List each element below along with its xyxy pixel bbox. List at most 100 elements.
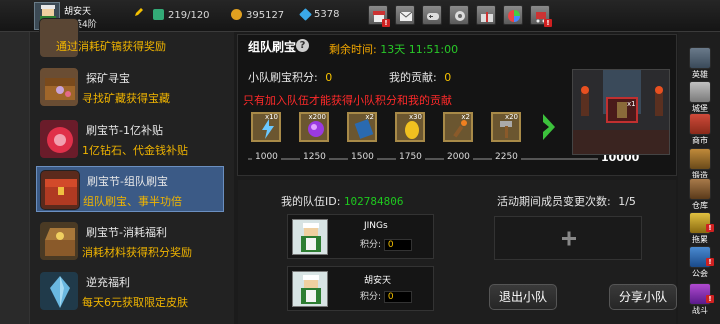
member-score: 积分: 0 [360,289,412,303]
sidebar-item-battle[interactable]: ! 战斗 [686,283,714,317]
member-name: JINGs [364,221,388,231]
open-chest-icon [39,221,79,261]
my-contrib-label: 我的贡献: [389,71,437,84]
gamepad-icon [427,13,439,20]
member-score-value: 0 [383,291,412,303]
top-bar: 胡安天 精英4阶 219/120 395127 5378 ! ! [0,0,720,32]
panel-title: 组队刷宝 [248,40,297,54]
event-subtitle: 1亿钻石、代金钱补贴 [82,144,188,157]
team-score-value: 0 [325,71,333,84]
threshold-tick: 1500 [348,152,377,162]
threshold-tick: 2250 [492,152,521,162]
reward-preview[interactable]: x1 [572,69,670,155]
sidebar-label: 商市 [692,136,708,145]
diamond-value: 5378 [314,9,340,20]
mail-button[interactable] [395,5,415,25]
sidebar-label: 公会 [692,269,708,278]
settings-button[interactable] [449,5,469,25]
member-score: 积分: 0 [360,237,412,251]
event-title: 刷宝节-1亿补贴 [86,124,163,137]
sidebar-label: 英雄 [692,70,708,79]
team-member-card[interactable]: 胡安天 积分: 0 [287,266,434,311]
purple-gem-icon [308,121,324,137]
team-score-label: 小队刷宝积分: [248,71,318,84]
reward-item-torch[interactable]: x2 [443,112,473,142]
torch-icon [453,120,467,138]
threshold-tick: 1750 [396,152,425,162]
crystal-icon [39,271,79,311]
event-item-consume-welfare[interactable]: 刷宝节-消耗福利 消耗材料获得积分奖励 [36,218,224,264]
member-avatar [292,219,328,255]
sidebar-item-castle[interactable]: 城堡 [686,81,714,115]
member-score-label: 积分: [360,292,382,302]
reward-item-hammer[interactable]: x20 [491,112,521,142]
leave-team-button[interactable]: 退出小队 [489,284,557,310]
reward-item-lightning[interactable]: x10 [251,112,281,142]
edit-icon[interactable] [134,7,144,17]
settings-icon [455,11,465,21]
left-strip [0,32,30,324]
gamepad-button[interactable] [422,5,442,25]
diamond-resource: 5378 [299,8,340,21]
reward-item-scroll[interactable]: x2 [347,112,377,142]
threshold-tick: 1000 [252,152,281,162]
sidebar-item-warehouse[interactable]: 仓库 [686,178,714,212]
plus-icon [562,231,576,246]
red-flower-icon [39,119,79,159]
member-score-label: 积分: [360,240,382,250]
event-item-recharge[interactable]: 逆充福利 每天6元获取限定皮肤 [36,268,224,314]
sidebar-item-guild[interactable]: ! 公会 [686,246,714,280]
event-item-pickaxe[interactable]: 通过消耗矿镐获得奖励 [36,18,224,60]
dungeon-preview-image [573,70,669,154]
notification-badge: ! [706,258,714,266]
add-member-slot[interactable] [494,216,642,260]
event-title: 刷宝节-消耗福利 [86,226,167,239]
scroll-icon [354,119,374,139]
preview-count: x1 [627,100,636,108]
event-subtitle: 通过消耗矿镐获得奖励 [56,40,166,53]
member-avatar [292,271,328,307]
my-contribution: 我的贡献: 0 [389,69,451,85]
time-value: 13天 11:51:00 [380,43,459,56]
color-wheel-button[interactable] [503,5,523,25]
sidebar-item-forge[interactable]: 锻造 [686,148,714,182]
shop-button[interactable]: ! [368,5,390,27]
team-member-card[interactable]: JINGs 积分: 0 [287,214,434,259]
market-icon [689,113,711,135]
team-id-value: 102784806 [343,195,404,208]
event-item-treasure-hunt[interactable]: 探矿寻宝 寻找矿藏获得宝藏 [36,64,224,110]
sidebar-item-hero[interactable]: 英雄 [686,47,714,81]
share-team-button[interactable]: 分享小队 [609,284,677,310]
time-label: 剩余时间: [329,43,377,56]
event-subtitle: 每天6元获取限定皮肤 [82,296,188,309]
gold-coin-icon [231,9,242,20]
threshold-tick: 1250 [300,152,329,162]
color-wheel-icon [508,10,520,22]
threshold-tick: 2000 [444,152,473,162]
event-item-team-treasure[interactable]: 刷宝节-组队刷宝 组队刷宝、事半功倍 [36,166,224,212]
notification-badge: ! [382,19,390,27]
gold-value: 395127 [246,10,285,21]
member-name: 胡安天 [364,276,392,286]
event-item-subsidy[interactable]: 刷宝节-1亿补贴 1亿钻石、代金钱补贴 [36,116,224,162]
hero-icon [689,47,711,69]
member-changes-label: 活动期间成员变更次数: [497,195,611,208]
gift-button[interactable] [476,5,496,25]
cart-button[interactable]: ! [530,5,552,27]
event-subtitle: 组队刷宝、事半功倍 [83,195,182,208]
reward-item-golden-egg[interactable]: x30 [395,112,425,142]
player-name: 胡安天 [64,7,92,17]
gold-resource: 395127 [231,9,284,21]
help-icon[interactable]: ? [296,39,309,52]
event-title: 探矿寻宝 [86,72,130,85]
reward-item-purple-gem[interactable]: x200 [299,112,329,142]
next-arrow-icon[interactable] [540,112,558,142]
sidebar-item-market[interactable]: 商市 [686,113,714,147]
treasure-chest-icon [39,67,79,107]
member-changes: 活动期间成员变更次数: 1/5 [497,193,636,209]
sidebar-label: 战斗 [692,306,708,315]
mail-icon [399,11,413,21]
sidebar-item-trophy[interactable]: ! 拖累 [686,212,714,246]
event-subtitle: 寻找矿藏获得宝藏 [82,92,170,105]
notification-badge: ! [706,295,714,303]
